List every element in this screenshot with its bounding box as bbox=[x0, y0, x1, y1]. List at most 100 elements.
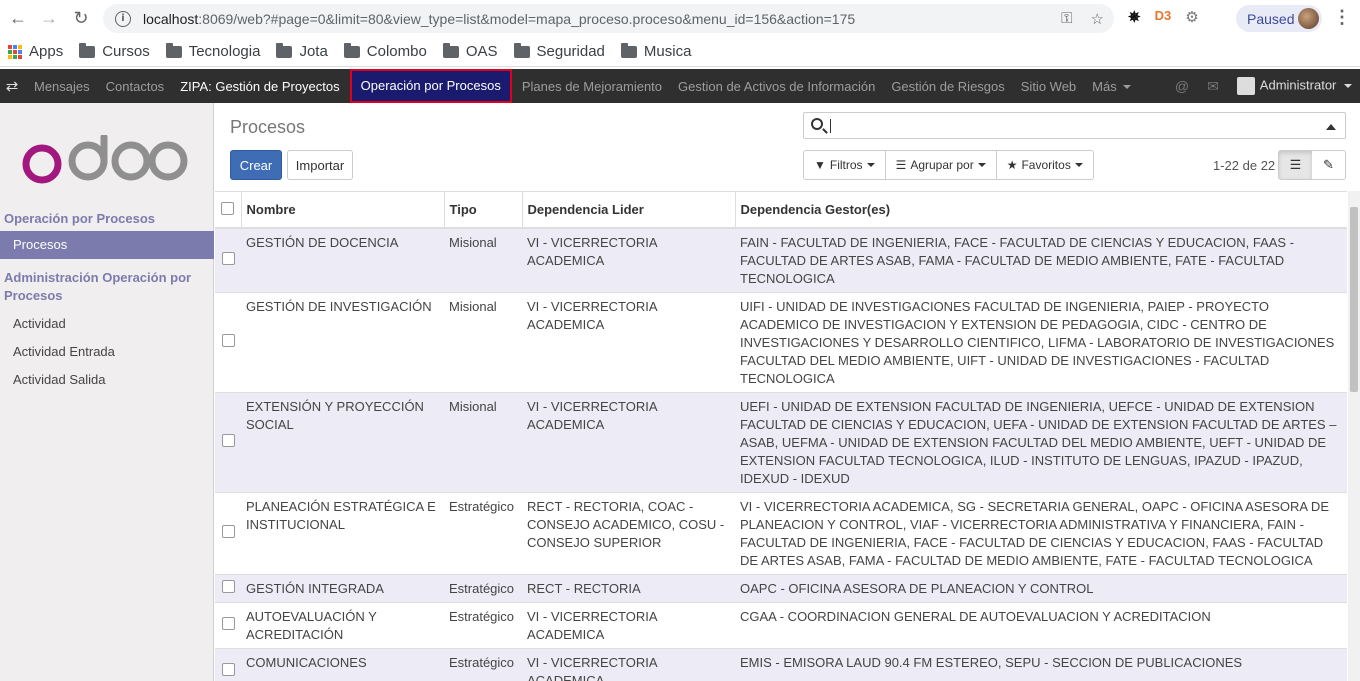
d3-extension-icon[interactable]: D3 bbox=[1155, 8, 1172, 26]
row-checkbox[interactable] bbox=[221, 524, 235, 538]
form-view-icon[interactable]: ✎ bbox=[1312, 151, 1345, 179]
table-row[interactable]: AUTOEVALUACIÓN Y ACREDITACIÓN Estratégico… bbox=[215, 602, 1347, 649]
row-checkbox[interactable] bbox=[221, 251, 235, 265]
bookmark-apps[interactable]: Apps bbox=[8, 43, 63, 60]
odoo-top-menu: ⇄ Mensajes Contactos ZIPA: Gestión de Pr… bbox=[0, 69, 1360, 103]
search-input[interactable] bbox=[803, 112, 1346, 139]
table-row[interactable]: COMUNICACIONES Estratégico VI - VICERRECTO… bbox=[215, 648, 1347, 681]
bookmark-folder[interactable]: Seguridad bbox=[513, 42, 605, 60]
menu-operacion-procesos[interactable]: Operación por Procesos bbox=[349, 69, 512, 103]
table-row[interactable]: GESTIÓN DE DOCENCIA Misional VI - VICERREC… bbox=[215, 228, 1347, 293]
bookmark-folder[interactable]: Musica bbox=[620, 42, 691, 60]
table-header-row: Nombre Tipo Dependencia Lider Dependenci… bbox=[215, 192, 1347, 229]
column-nombre[interactable]: Nombre bbox=[241, 192, 445, 229]
filters-button[interactable]: ▼ Filtros bbox=[804, 151, 886, 179]
sidebar-item-actividad-entrada[interactable]: Actividad Entrada bbox=[0, 338, 214, 366]
table-row[interactable]: GESTIÓN DE INVESTIGACIÓN Misional VI - VIC… bbox=[215, 292, 1347, 393]
bookmark-folder[interactable]: Cursos bbox=[79, 42, 150, 60]
menu-sitio-web[interactable]: Sitio Web bbox=[1013, 79, 1084, 94]
gear-icon[interactable]: ⚙ bbox=[1185, 8, 1198, 26]
menu-mensajes[interactable]: Mensajes bbox=[26, 79, 98, 94]
extension-icon[interactable]: ✵ bbox=[1128, 8, 1141, 26]
cell-dependencia-lider: VI - VICERRECTORIA ACADEMICA bbox=[522, 228, 735, 293]
column-dependencia-lider[interactable]: Dependencia Lider bbox=[522, 192, 736, 229]
user-avatar bbox=[1236, 77, 1255, 95]
table-row[interactable]: PLANEACIÓN ESTRATÉGICA E INSTITUCIONAL Es… bbox=[215, 492, 1347, 575]
search-filters: ▼ Filtros ☰ Agrupar por ★ Favoritos bbox=[803, 150, 1094, 180]
bookmarks-bar: Apps Cursos Tecnologia Jota Colombo OAS … bbox=[0, 37, 1360, 67]
row-checkbox[interactable] bbox=[221, 433, 235, 447]
avatar bbox=[1298, 8, 1319, 29]
sidebar-section-administracion: Administración Operación por Procesos bbox=[4, 270, 192, 303]
key-icon[interactable]: ⚿ bbox=[1061, 10, 1072, 28]
app-switcher-icon[interactable]: ⇄ bbox=[0, 77, 24, 95]
table-row[interactable]: GESTIÓN INTEGRADA Estratégico RECT - RECTO… bbox=[215, 574, 1347, 603]
table-row[interactable]: EXTENSIÓN Y PROYECCIÓN SOCIAL Misional VI … bbox=[215, 392, 1347, 493]
bookmark-label: OAS bbox=[465, 43, 498, 60]
folder-icon bbox=[343, 42, 360, 58]
sidebar-item-actividad-salida[interactable]: Actividad Salida bbox=[0, 366, 214, 394]
row-checkbox[interactable] bbox=[221, 616, 235, 630]
search-options-icon[interactable] bbox=[1326, 124, 1336, 130]
row-checkbox[interactable] bbox=[221, 662, 235, 676]
back-icon[interactable]: ← bbox=[4, 4, 32, 32]
star-icon[interactable]: ☆ bbox=[1091, 10, 1104, 28]
bookmark-folder[interactable]: Colombo bbox=[343, 42, 427, 60]
reload-icon[interactable]: ↻ bbox=[67, 4, 95, 32]
menu-mas-label: Más bbox=[1092, 78, 1117, 94]
sidebar-item-actividad[interactable]: Actividad bbox=[0, 310, 214, 338]
url-path: :8069/web?#page=0&limit=80&view_type=lis… bbox=[198, 10, 856, 27]
bookmark-folder[interactable]: Jota bbox=[276, 42, 328, 60]
browser-toolbar: ← → ↻ i localhost:8069/web?#page=0&limit… bbox=[0, 0, 1360, 37]
bookmark-folder[interactable]: Tecnologia bbox=[165, 42, 260, 60]
list-view-icon[interactable]: ☰ bbox=[1279, 151, 1312, 179]
cell-dependencia-gestor: UIFI - UNIDAD DE INVESTIGACIONES FACULTA… bbox=[735, 292, 1347, 393]
scrollbar[interactable] bbox=[1348, 191, 1360, 681]
chat-icon[interactable]: ✉ bbox=[1207, 78, 1219, 95]
forward-icon[interactable]: → bbox=[35, 4, 63, 32]
profile-status: Paused bbox=[1247, 10, 1295, 27]
select-all-checkbox[interactable] bbox=[221, 201, 235, 215]
caret-down-icon bbox=[977, 163, 986, 167]
info-icon[interactable]: i bbox=[115, 10, 131, 27]
user-name: Administrator bbox=[1259, 77, 1337, 93]
favorites-button[interactable]: ★ Favoritos bbox=[997, 151, 1093, 179]
column-tipo[interactable]: Tipo bbox=[444, 192, 523, 229]
menu-planes-mejoramiento[interactable]: Planes de Mejoramiento bbox=[514, 79, 670, 94]
menu-icon[interactable]: ⋮ bbox=[1333, 7, 1351, 28]
import-button[interactable]: Importar bbox=[287, 150, 353, 180]
scrollbar-thumb[interactable] bbox=[1350, 207, 1358, 392]
menu-contactos[interactable]: Contactos bbox=[98, 79, 173, 94]
bookmark-label: Seguridad bbox=[536, 43, 605, 60]
cell-nombre: GESTIÓN DE DOCENCIA bbox=[241, 228, 444, 293]
bookmark-folder[interactable]: OAS bbox=[442, 42, 498, 60]
menu-mas[interactable]: Más bbox=[1084, 79, 1139, 94]
menu-gestion-riesgos[interactable]: Gestión de Riesgos bbox=[883, 79, 1012, 94]
pager-value[interactable]: 1-22 de 22 bbox=[1213, 158, 1275, 173]
sidebar-item-procesos[interactable]: Procesos bbox=[0, 231, 214, 259]
folder-icon bbox=[79, 42, 96, 58]
page-title: Procesos bbox=[230, 117, 306, 137]
list-icon: ☰ bbox=[895, 158, 907, 172]
cell-dependencia-gestor: CGAA - COORDINACION GENERAL DE AUTOEVALU… bbox=[735, 602, 1347, 649]
profile-button[interactable]: Paused bbox=[1236, 5, 1322, 32]
user-menu[interactable]: Administrator bbox=[1236, 77, 1352, 95]
bookmark-label: Apps bbox=[29, 43, 64, 60]
sidebar-section-operacion: Operación por Procesos bbox=[4, 211, 155, 226]
cell-dependencia-lider: VI - VICERRECTORIA ACADEMICA bbox=[522, 392, 735, 493]
cell-nombre: COMUNICACIONES bbox=[241, 648, 444, 681]
row-select-cell bbox=[215, 228, 241, 293]
menu-zipa[interactable]: ZIPA: Gestión de Proyectos bbox=[172, 79, 347, 94]
groupby-button[interactable]: ☰ Agrupar por bbox=[886, 151, 997, 179]
cell-tipo: Misional bbox=[444, 228, 522, 293]
odoo-logo[interactable] bbox=[20, 135, 190, 185]
row-checkbox[interactable] bbox=[221, 333, 235, 347]
row-checkbox[interactable] bbox=[221, 579, 235, 593]
at-icon[interactable]: @ bbox=[1175, 78, 1189, 94]
column-dependencia-gestor[interactable]: Dependencia Gestor(es) bbox=[735, 192, 1347, 229]
create-button[interactable]: Crear bbox=[230, 150, 282, 180]
menu-gestion-activos[interactable]: Gestion de Activos de Información bbox=[670, 79, 883, 94]
address-bar[interactable]: i localhost:8069/web?#page=0&limit=80&vi… bbox=[103, 4, 1114, 33]
cell-nombre: PLANEACIÓN ESTRATÉGICA E INSTITUCIONAL bbox=[241, 492, 444, 575]
filters-label: Filtros bbox=[829, 158, 863, 172]
